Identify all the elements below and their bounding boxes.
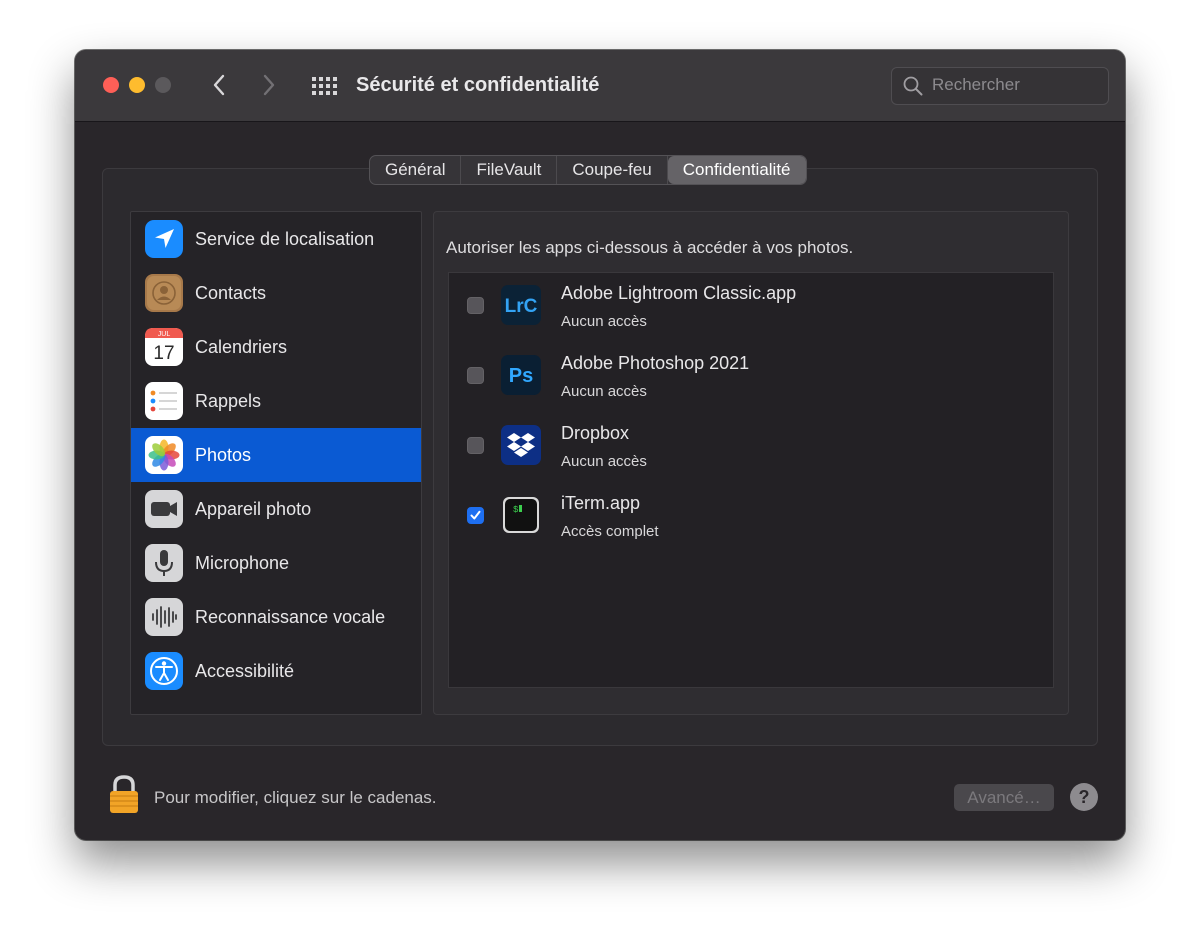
photos-icon (145, 436, 183, 474)
app-status: Accès complet (561, 523, 659, 540)
speech-recognition-icon (145, 598, 183, 636)
checkmark-icon (470, 510, 481, 520)
panel-description: Autoriser les apps ci-dessous à accéder … (446, 238, 854, 257)
svg-text:Ps: Ps (509, 365, 533, 387)
search-field[interactable] (891, 67, 1109, 105)
sidebar-item-camera[interactable]: Appareil photo (131, 482, 421, 536)
sidebar-item-location[interactable]: Service de localisation (131, 212, 421, 266)
iterm-checkbox[interactable] (467, 507, 484, 524)
photoshop-checkbox[interactable] (467, 367, 484, 384)
dropbox-checkbox[interactable] (467, 437, 484, 454)
advanced-button[interactable]: Avancé… (954, 784, 1054, 811)
window-title: Sécurité et confidentialité (356, 74, 600, 96)
grid-icon (312, 77, 337, 95)
list-item-lightroom: LrC Adobe Lightroom Classic.app Aucun ac… (449, 273, 1053, 343)
svg-text:JUL: JUL (158, 331, 171, 338)
back-button[interactable] (205, 70, 233, 100)
sidebar-item-label: Microphone (195, 553, 290, 573)
app-status: Aucun accès (561, 453, 647, 470)
sidebar-item-photos[interactable]: Photos (131, 428, 421, 482)
photos-access-panel: Autoriser les apps ci-dessous à accéder … (433, 211, 1069, 715)
help-button[interactable]: ? (1070, 783, 1098, 811)
tab-filevault[interactable]: FileVault (461, 156, 558, 184)
sidebar-item-label: Appareil photo (195, 499, 312, 519)
sidebar-item-calendars[interactable]: JUL 17 Calendriers (131, 320, 421, 374)
svg-text:17: 17 (153, 343, 174, 364)
sidebar-item-reminders[interactable]: Rappels (131, 374, 421, 428)
sidebar-item-microphone[interactable]: Microphone (131, 536, 421, 590)
lock-hint-text: Pour modifier, cliquez sur le cadenas. (154, 788, 437, 807)
sidebar-item-label: Contacts (195, 283, 267, 303)
sidebar-item-label: Photos (195, 445, 252, 465)
app-status: Aucun accès (561, 313, 647, 330)
svg-text:LrC: LrC (505, 296, 538, 317)
accessibility-icon (145, 652, 183, 690)
tab-firewall[interactable]: Coupe-feu (557, 156, 668, 184)
footer-bar: Pour modifier, cliquez sur le cadenas. A… (75, 750, 1125, 840)
privacy-category-list: Service de localisation Contacts JUL 17 … (130, 211, 422, 715)
location-icon (145, 220, 183, 258)
tab-general[interactable]: Général (370, 156, 462, 184)
sidebar-item-accessibility[interactable]: Accessibilité (131, 644, 421, 698)
sidebar-item-speech-recognition[interactable]: Reconnaissance vocale (131, 590, 421, 644)
lightroom-icon: LrC (501, 285, 541, 325)
preferences-window: Sécurité et confidentialité Général File… (75, 50, 1125, 840)
calendar-icon: JUL 17 (145, 328, 183, 366)
lock-icon[interactable] (108, 774, 140, 814)
app-list: LrC Adobe Lightroom Classic.app Aucun ac… (448, 272, 1054, 688)
zoom-button[interactable] (155, 77, 171, 93)
search-input[interactable] (932, 68, 1102, 102)
microphone-icon (145, 544, 183, 582)
iterm-icon: $ (503, 497, 539, 533)
app-name: Dropbox (561, 423, 630, 443)
list-item-iterm: $ iTerm.app Accès complet (449, 483, 1053, 553)
title-bar: Sécurité et confidentialité (75, 50, 1125, 122)
minimize-button[interactable] (129, 77, 145, 93)
contacts-icon (145, 274, 183, 312)
camera-icon (145, 490, 183, 528)
app-name: Adobe Photoshop 2021 (561, 353, 750, 373)
sidebar-item-label: Rappels (195, 391, 262, 411)
forward-button[interactable] (255, 70, 283, 100)
lightroom-checkbox[interactable] (467, 297, 484, 314)
show-all-button[interactable] (311, 76, 337, 96)
app-name: Adobe Lightroom Classic.app (561, 283, 797, 303)
tab-bar: Général FileVault Coupe-feu Confidential… (369, 155, 807, 185)
photoshop-icon: Ps (501, 355, 541, 395)
reminders-icon (145, 382, 183, 420)
tab-privacy[interactable]: Confidentialité (667, 156, 806, 184)
list-item-dropbox: Dropbox Aucun accès (449, 413, 1053, 483)
sidebar-item-label: Service de localisation (195, 229, 375, 249)
sidebar-item-contacts[interactable]: Contacts (131, 266, 421, 320)
chevron-right-icon (263, 74, 275, 96)
sidebar-item-label: Calendriers (195, 337, 288, 357)
sidebar-item-label: Accessibilité (195, 661, 295, 681)
close-button[interactable] (103, 77, 119, 93)
svg-text:$: $ (513, 505, 519, 515)
app-name: iTerm.app (561, 493, 641, 513)
chevron-left-icon (213, 74, 225, 96)
app-status: Aucun accès (561, 383, 647, 400)
search-icon (903, 76, 923, 96)
sidebar-item-label: Reconnaissance vocale (195, 607, 386, 627)
list-item-photoshop: Ps Adobe Photoshop 2021 Aucun accès (449, 343, 1053, 413)
dropbox-icon (501, 425, 541, 465)
